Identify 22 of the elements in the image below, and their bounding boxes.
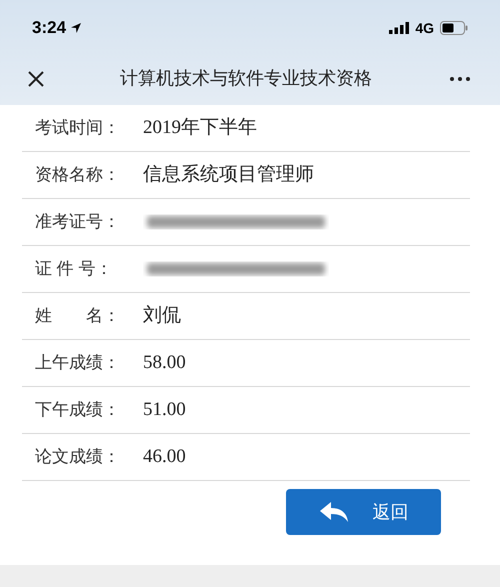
battery-icon [440, 21, 468, 35]
field-label: 论文成绩： [34, 446, 121, 468]
status-time: 3:24 [32, 17, 66, 40]
field-label: 姓 名： [34, 305, 121, 328]
signal-icon [389, 22, 410, 34]
field-label: 证 件 号： [34, 258, 114, 280]
field-value: 信息系统项目管理师 [143, 162, 314, 187]
field-value: 58.00 [143, 350, 186, 375]
location-arrow-icon [70, 22, 82, 34]
field-label: 考试时间： [34, 117, 121, 140]
field-label: 准考证号： [34, 211, 121, 234]
field-value: 2019年下半年 [143, 116, 257, 140]
field-label: 上午成绩： [34, 352, 121, 374]
field-label: 资格名称： [34, 164, 121, 186]
field-value: 51.00 [143, 398, 186, 422]
field-label: 下午成绩： [34, 399, 121, 422]
network-label: 4G [415, 18, 434, 38]
field-value: 刘侃 [143, 304, 181, 328]
field-value: 46.00 [143, 444, 186, 469]
window-title: 计算机技术与软件专业技术资格 [119, 67, 373, 90]
reply-arrow-icon [318, 501, 348, 523]
back-button[interactable]: 返回 [286, 489, 441, 535]
